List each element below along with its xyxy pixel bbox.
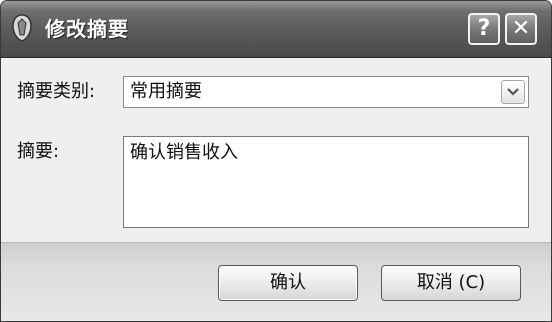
- edit-summary-dialog: 修改摘要 ? ✕ 摘要类别: 常用摘要 摘要: 确认销售收入 确认 取消 (C): [0, 0, 552, 322]
- category-select[interactable]: 常用摘要: [123, 76, 529, 108]
- help-button[interactable]: ?: [468, 13, 500, 45]
- category-label: 摘要类别:: [17, 81, 96, 102]
- dialog-title: 修改摘要: [45, 17, 129, 41]
- summary-textarea[interactable]: 确认销售收入: [123, 136, 529, 228]
- close-button[interactable]: ✕: [505, 13, 537, 45]
- dialog-body: 摘要类别: 常用摘要 摘要: 确认销售收入: [1, 58, 551, 242]
- category-select-value: 常用摘要: [130, 81, 202, 102]
- summary-label: 摘要:: [17, 141, 60, 162]
- dropdown-arrow-button[interactable]: [501, 80, 525, 104]
- app-icon: [12, 14, 32, 42]
- cancel-button[interactable]: 取消 (C): [381, 265, 521, 301]
- chevron-down-icon: [507, 88, 519, 96]
- button-bar: 确认 取消 (C): [1, 242, 551, 321]
- title-bar[interactable]: 修改摘要 ? ✕: [1, 1, 551, 58]
- ok-button[interactable]: 确认: [218, 265, 358, 301]
